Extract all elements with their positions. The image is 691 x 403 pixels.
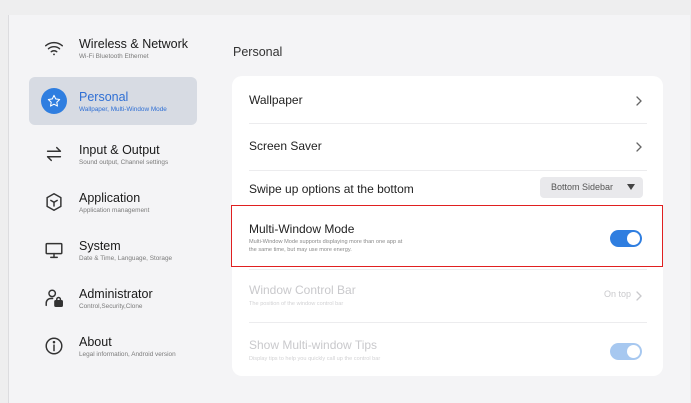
sidebar-item-subtitle: Application management bbox=[79, 207, 150, 214]
screen-saver-row[interactable]: Screen Saver bbox=[232, 124, 663, 170]
show-multi-window-tips-description: Display tips to help you quickly call up… bbox=[249, 356, 381, 362]
swap-arrows-icon bbox=[43, 143, 65, 165]
sidebar-item-title: Wireless & Network bbox=[79, 37, 189, 51]
swipe-up-options-dropdown[interactable]: Bottom Sidebar bbox=[540, 177, 643, 198]
window-control-bar-description: The position of the window control bar bbox=[249, 301, 344, 307]
wallpaper-row[interactable]: Wallpaper bbox=[232, 76, 663, 123]
chevron-right-icon bbox=[633, 94, 645, 106]
show-multi-window-tips-toggle[interactable] bbox=[610, 343, 642, 360]
sidebar-item-title: Personal bbox=[79, 90, 129, 104]
star-icon bbox=[41, 88, 67, 114]
toggle-knob bbox=[627, 345, 640, 358]
swipe-up-options-row: Swipe up options at the bottom Bottom Si… bbox=[232, 171, 663, 203]
sidebar-item-input-output[interactable]: Input & Output Sound output, Channel set… bbox=[29, 130, 197, 178]
chevron-right-icon bbox=[633, 289, 645, 301]
sidebar-item-subtitle: Sound output, Channel settings bbox=[79, 159, 169, 166]
swipe-up-options-label: Swipe up options at the bottom bbox=[249, 182, 414, 196]
wifi-icon bbox=[43, 37, 65, 59]
chevron-right-icon bbox=[633, 140, 645, 152]
cube-icon bbox=[43, 191, 65, 213]
sidebar-item-application[interactable]: Application Application management bbox=[29, 178, 197, 226]
highlight-box bbox=[231, 205, 663, 267]
sidebar-item-subtitle: Legal information, Android version bbox=[79, 351, 176, 358]
sidebar-item-subtitle: Control,Security,Clone bbox=[79, 303, 143, 310]
dropdown-selected-value: Bottom Sidebar bbox=[551, 182, 614, 192]
sidebar-item-title: Administrator bbox=[79, 287, 153, 301]
sidebar-item-title: About bbox=[79, 335, 112, 349]
window-control-bar-label: Window Control Bar bbox=[249, 283, 356, 297]
sidebar-item-personal[interactable]: Personal Wallpaper, Multi-Window Mode bbox=[29, 77, 197, 125]
sidebar-item-system[interactable]: System Date & Time, Language, Storage bbox=[29, 226, 197, 274]
page-title: Personal bbox=[233, 45, 283, 59]
sidebar-item-about[interactable]: About Legal information, Android version bbox=[29, 322, 197, 370]
sidebar-item-subtitle: Wallpaper, Multi-Window Mode bbox=[79, 106, 167, 113]
caret-down-icon bbox=[627, 184, 635, 190]
sidebar-item-wireless-network[interactable]: Wireless & Network Wi-Fi Bluetooth Ether… bbox=[29, 24, 197, 72]
sidebar-item-subtitle: Wi-Fi Bluetooth Ethernet bbox=[79, 53, 149, 60]
window-control-bar-row: Window Control Bar The position of the w… bbox=[232, 270, 663, 322]
show-multi-window-tips-row: Show Multi-window Tips Display tips to h… bbox=[232, 323, 663, 375]
show-multi-window-tips-label: Show Multi-window Tips bbox=[249, 338, 378, 352]
sidebar-item-title: System bbox=[79, 239, 121, 253]
sidebar-item-administrator[interactable]: Administrator Control,Security,Clone bbox=[29, 274, 197, 322]
sidebar-item-title: Input & Output bbox=[79, 143, 160, 157]
sidebar-item-title: Application bbox=[79, 191, 141, 205]
sidebar-item-subtitle: Date & Time, Language, Storage bbox=[79, 255, 173, 262]
screen-saver-label: Screen Saver bbox=[249, 139, 322, 153]
admin-lock-icon bbox=[43, 287, 65, 309]
wallpaper-label: Wallpaper bbox=[249, 93, 303, 107]
monitor-icon bbox=[43, 239, 65, 261]
info-icon bbox=[43, 335, 65, 357]
window-control-bar-value: On top bbox=[603, 289, 631, 299]
